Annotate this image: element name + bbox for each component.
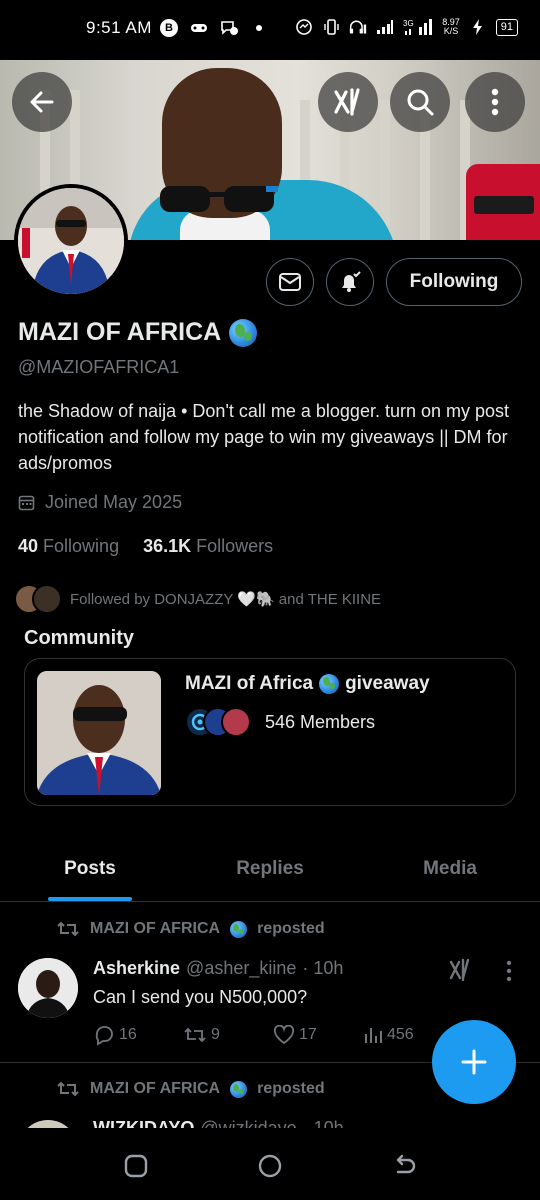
back-nav-icon[interactable] [390, 1152, 418, 1180]
battery-icon: 91 [495, 18, 518, 36]
post-time: · 10h [302, 958, 344, 978]
members-count: 546 Members [265, 711, 376, 732]
post-author-avatar[interactable] [18, 1120, 78, 1128]
status-time: 9:51 AM [86, 18, 152, 37]
grok-button[interactable] [318, 72, 378, 132]
community-card[interactable]: MAZI of Africa giveaway 546 Members [24, 658, 516, 806]
member-avatar [221, 707, 251, 737]
community-members: 546 Members [185, 707, 375, 737]
reply-icon [95, 1026, 113, 1046]
status-right-icons: 3G 8.97 K/S 91 [295, 18, 518, 36]
chat-facebook-icon [220, 19, 238, 37]
community-heading: Community [24, 627, 134, 649]
compose-button[interactable] [432, 1020, 516, 1104]
globe-emoji-icon [319, 674, 340, 694]
reply-button[interactable]: 16 [93, 1024, 183, 1046]
grok-icon[interactable] [448, 958, 472, 982]
repost-icon [184, 1027, 206, 1043]
views-icon [365, 1028, 382, 1043]
avatar [18, 188, 124, 294]
headphones-battery-icon [349, 18, 367, 36]
follower-avatar [32, 584, 62, 614]
tab-replies[interactable]: Replies [180, 844, 360, 901]
post-time: · 10h [302, 1118, 344, 1128]
globe-emoji-icon [230, 1080, 248, 1098]
repost-icon [57, 921, 79, 937]
post-text: Can I send you N500,000? [93, 987, 308, 1007]
followed-by-text: Followed by DONJAZZY 🤍🐘 and THE KIINE [70, 591, 382, 608]
gamepad-icon [190, 19, 208, 37]
post-header: WIZKIDAYO @wizkidayo · 10h [93, 1118, 344, 1128]
b-badge-icon: B [160, 19, 178, 37]
profile-bio: the Shadow of naija • Don't call me a bl… [18, 401, 510, 473]
followers-stat[interactable]: 36.1K Followers [143, 536, 273, 557]
repost-indicator[interactable]: MAZI OF AFRICA reposted [56, 1080, 325, 1098]
svg-text:3G: 3G [403, 19, 414, 28]
dot-icon [250, 19, 268, 37]
post-author-handle[interactable]: @asher_kiine [186, 958, 296, 979]
signal-3g-icon: 3G [403, 18, 433, 36]
bus-image [466, 164, 540, 240]
more-vertical-icon [491, 88, 499, 116]
system-nav-bar [0, 1128, 540, 1200]
globe-emoji-icon [230, 920, 248, 938]
notifications-button[interactable] [326, 258, 374, 306]
profile-handle: @MAZIOFAFRICA1 [18, 357, 180, 377]
joined-text: Joined May 2025 [45, 492, 183, 512]
plus-icon [461, 1049, 487, 1075]
charging-icon [469, 18, 487, 36]
community-name: MAZI of Africa giveaway [185, 673, 430, 694]
post-author-handle[interactable]: @wizkidayo [200, 1118, 296, 1128]
back-button[interactable] [12, 72, 72, 132]
sunglasses-image [160, 186, 278, 212]
grok-icon [334, 88, 360, 116]
bell-check-icon [342, 271, 361, 292]
recent-apps-icon[interactable] [122, 1152, 150, 1180]
display-name-text: MAZI OF AFRICA [18, 318, 222, 346]
followed-by[interactable]: Followed by DONJAZZY 🤍🐘 and THE KIINE [14, 584, 381, 614]
repost-indicator[interactable]: MAZI OF AFRICA reposted [56, 920, 325, 938]
tab-posts[interactable]: Posts [0, 844, 180, 901]
post-header: Asherkine @asher_kiine · 10h [93, 958, 343, 979]
post-clip: WIZKIDAYO @wizkidayo · 10h [0, 1118, 540, 1128]
repost-button[interactable]: 9 [183, 1024, 273, 1046]
post-author-avatar[interactable] [18, 958, 78, 1018]
globe-emoji-icon [229, 318, 258, 347]
net-speed: 8.97 K/S [442, 17, 460, 36]
mail-icon [279, 273, 301, 291]
post-author-name[interactable]: WIZKIDAYO [93, 1118, 194, 1128]
community-image [37, 671, 161, 795]
repost-icon [57, 1081, 79, 1097]
home-icon[interactable] [256, 1152, 284, 1180]
status-bar: 9:51 AM B 3G 8.97 K/S 91 [0, 0, 540, 60]
back-arrow-icon [30, 91, 54, 113]
more-button[interactable] [465, 72, 525, 132]
following-stat[interactable]: 40 Following [18, 536, 119, 557]
vibrate-icon [322, 18, 340, 36]
profile-tabs: Posts Replies Media [0, 844, 540, 902]
search-button[interactable] [390, 72, 450, 132]
messenger-icon [295, 18, 313, 36]
joined-date: Joined May 2025 [18, 492, 182, 513]
signal-icon [376, 18, 394, 36]
status-left-icons: B [160, 19, 268, 37]
profile-avatar[interactable] [14, 184, 128, 298]
heart-icon [273, 1025, 295, 1045]
like-button[interactable]: 17 [273, 1024, 363, 1046]
search-icon [407, 89, 434, 116]
follow-stats: 40 Following 36.1K Followers [18, 536, 273, 557]
post-actions: 16 9 17 456 [93, 1024, 453, 1046]
following-button[interactable]: Following [386, 258, 522, 306]
display-name: MAZI OF AFRICA [18, 318, 258, 347]
tab-media[interactable]: Media [360, 844, 540, 901]
post-more-icon[interactable] [505, 960, 513, 982]
post-author-name[interactable]: Asherkine [93, 958, 180, 979]
message-button[interactable] [266, 258, 314, 306]
calendar-icon [18, 495, 35, 511]
